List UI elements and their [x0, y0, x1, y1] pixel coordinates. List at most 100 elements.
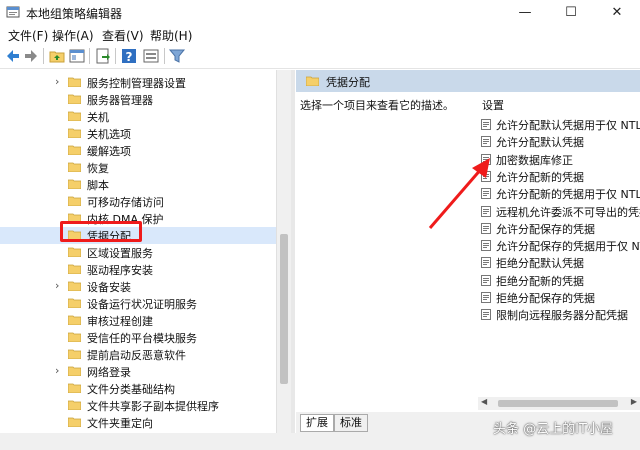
minimize-button[interactable]: — [502, 0, 548, 24]
tree-item[interactable]: 恢复 [0, 159, 276, 176]
setting-label: 允许分配默认凭据 [496, 136, 584, 150]
folder-icon [68, 128, 81, 138]
setting-label: 远程机允许委派不可导出的凭据 [496, 205, 640, 219]
group-policy-app-icon [6, 6, 20, 18]
setting-item[interactable]: 允许分配保存的凭据用于仅 NTLM [478, 237, 640, 254]
tree-item[interactable]: 文件共享影子副本提供程序 [0, 397, 276, 414]
scroll-left-icon[interactable]: ◀ [481, 397, 487, 406]
show-hide-tree-icon[interactable] [68, 47, 86, 65]
toolbar: ? [0, 44, 640, 69]
tree-item[interactable]: 关机选项 [0, 125, 276, 142]
menu-help[interactable]: 帮助(H) [150, 27, 192, 44]
tree-item[interactable]: 服务器管理器 [0, 91, 276, 108]
setting-label: 拒绝分配保存的凭据 [496, 292, 595, 305]
tree-item-label: 脚本 [87, 179, 109, 192]
tree-item-label: 区域设置服务 [87, 247, 153, 260]
folder-icon [68, 247, 81, 257]
setting-item[interactable]: 拒绝分配保存的凭据 [478, 289, 640, 306]
tree-item[interactable]: 区域设置服务 [0, 244, 276, 261]
scroll-right-icon[interactable]: ▶ [631, 397, 637, 406]
svg-text:?: ? [126, 50, 133, 64]
tree-item[interactable]: 驱动程序安装 [0, 261, 276, 278]
tree-item[interactable]: 关机 [0, 108, 276, 125]
settings-horizontal-scrollbar[interactable]: ◀ ▶ [478, 397, 640, 410]
folder-icon [68, 400, 81, 410]
tree-item[interactable]: › 设备安装 [0, 278, 276, 295]
horizontal-scrollbar-thumb[interactable] [498, 400, 618, 407]
folder-icon [68, 179, 81, 189]
menu-action[interactable]: 操作(A) [52, 27, 94, 44]
setting-item[interactable]: 远程机允许委派不可导出的凭据 [478, 203, 640, 220]
folder-icon [68, 366, 81, 376]
setting-label: 允许分配默认凭据用于仅 NTLM [496, 119, 640, 132]
tree-item[interactable]: › 服务控制管理器设置 [0, 74, 276, 91]
tree-item[interactable]: 审核过程创建 [0, 312, 276, 329]
export-list-icon[interactable] [94, 47, 112, 65]
tab-extended[interactable]: 扩展 [300, 414, 334, 432]
tree-item-label: 文件夹重定向 [87, 417, 153, 430]
tree-item[interactable]: 可移动存储访问 [0, 193, 276, 210]
title-bar: 本地组策略编辑器 — ☐ ✕ [0, 0, 640, 24]
tree-scrollbar-thumb[interactable] [280, 234, 288, 384]
tree-item[interactable]: › 网络登录 [0, 363, 276, 380]
menu-file[interactable]: 文件(F) [8, 27, 48, 44]
tree-scrollbar[interactable] [276, 70, 291, 433]
tree-item[interactable]: 提前启动反恶意软件 [0, 346, 276, 363]
expand-chevron-icon[interactable]: › [55, 364, 59, 377]
setting-label: 允许分配保存的凭据 [496, 222, 595, 236]
tree-item-label: 设备安装 [87, 281, 131, 294]
forward-icon[interactable] [22, 47, 40, 65]
folder-icon [68, 315, 81, 325]
setting-item[interactable]: 允许分配新的凭据 [478, 168, 640, 185]
description-text: 选择一个项目来查看它的描述。 [300, 99, 454, 112]
folder-icon [68, 332, 81, 342]
setting-label: 限制向远程服务器分配凭据 [496, 309, 628, 323]
tree-item[interactable]: 文件分类基础结构 [0, 380, 276, 397]
setting-label: 拒绝分配默认凭据 [496, 257, 584, 271]
tab-standard[interactable]: 标准 [334, 414, 368, 432]
tree-item[interactable]: 缓解选项 [0, 142, 276, 159]
policy-setting-icon [481, 257, 491, 269]
tree-item-label: 驱动程序安装 [87, 264, 153, 277]
folder-icon [68, 111, 81, 121]
pane-splitter[interactable] [291, 70, 295, 433]
setting-item[interactable]: 允许分配默认凭据 [478, 133, 640, 150]
tree-item[interactable]: 脚本 [0, 176, 276, 193]
back-icon[interactable] [4, 47, 22, 65]
toolbar-separator [89, 48, 90, 64]
tree-item[interactable]: 受信任的平台模块服务 [0, 329, 276, 346]
expand-chevron-icon[interactable]: › [55, 75, 59, 88]
setting-item[interactable]: 加密数据库修正 [478, 151, 640, 168]
setting-label: 允许分配保存的凭据用于仅 NTLM [496, 240, 640, 254]
tree-item[interactable]: 文件夹重定向 [0, 414, 276, 431]
tree-item[interactable]: 设备运行状况证明服务 [0, 295, 276, 312]
folder-icon [68, 281, 81, 291]
tree-item-label: 受信任的平台模块服务 [87, 332, 197, 345]
tree-item-label: 关机选项 [87, 128, 131, 141]
expand-chevron-icon[interactable]: › [55, 279, 59, 292]
properties-icon[interactable] [142, 47, 160, 65]
setting-item[interactable]: 拒绝分配默认凭据 [478, 254, 640, 271]
up-folder-icon[interactable] [48, 47, 66, 65]
details-header-title: 凭据分配 [326, 76, 370, 89]
setting-item[interactable]: 允许分配保存的凭据 [478, 220, 640, 237]
filter-icon[interactable] [168, 47, 186, 65]
help-icon[interactable]: ? [120, 47, 138, 65]
setting-item[interactable]: 允许分配默认凭据用于仅 NTLM [478, 116, 640, 133]
tree-item-label: 服务控制管理器设置 [87, 77, 186, 90]
folder-icon [306, 76, 319, 86]
policy-setting-icon [481, 136, 491, 148]
toolbar-separator [164, 48, 165, 64]
menu-view[interactable]: 查看(V) [102, 27, 144, 44]
setting-item[interactable]: 拒绝分配新的凭据 [478, 272, 640, 289]
setting-item[interactable]: 限制向远程服务器分配凭据 [478, 306, 640, 323]
settings-column-header[interactable]: 设置 [482, 97, 504, 113]
tree-item-label: 文件共享影子副本提供程序 [87, 400, 219, 413]
selected-node-highlight-box [60, 221, 142, 242]
tree-item-label: 网络登录 [87, 366, 131, 379]
close-button[interactable]: ✕ [594, 0, 640, 24]
policy-tree: › 服务控制管理器设置 服务器管理器 关机 关机选项 缓解选项 恢复 脚本 可移动存储访问 内核 … [0, 70, 276, 433]
maximize-button[interactable]: ☐ [548, 0, 594, 24]
policy-setting-icon [481, 292, 491, 303]
setting-item[interactable]: 允许分配新的凭据用于仅 NTLM [478, 185, 640, 202]
